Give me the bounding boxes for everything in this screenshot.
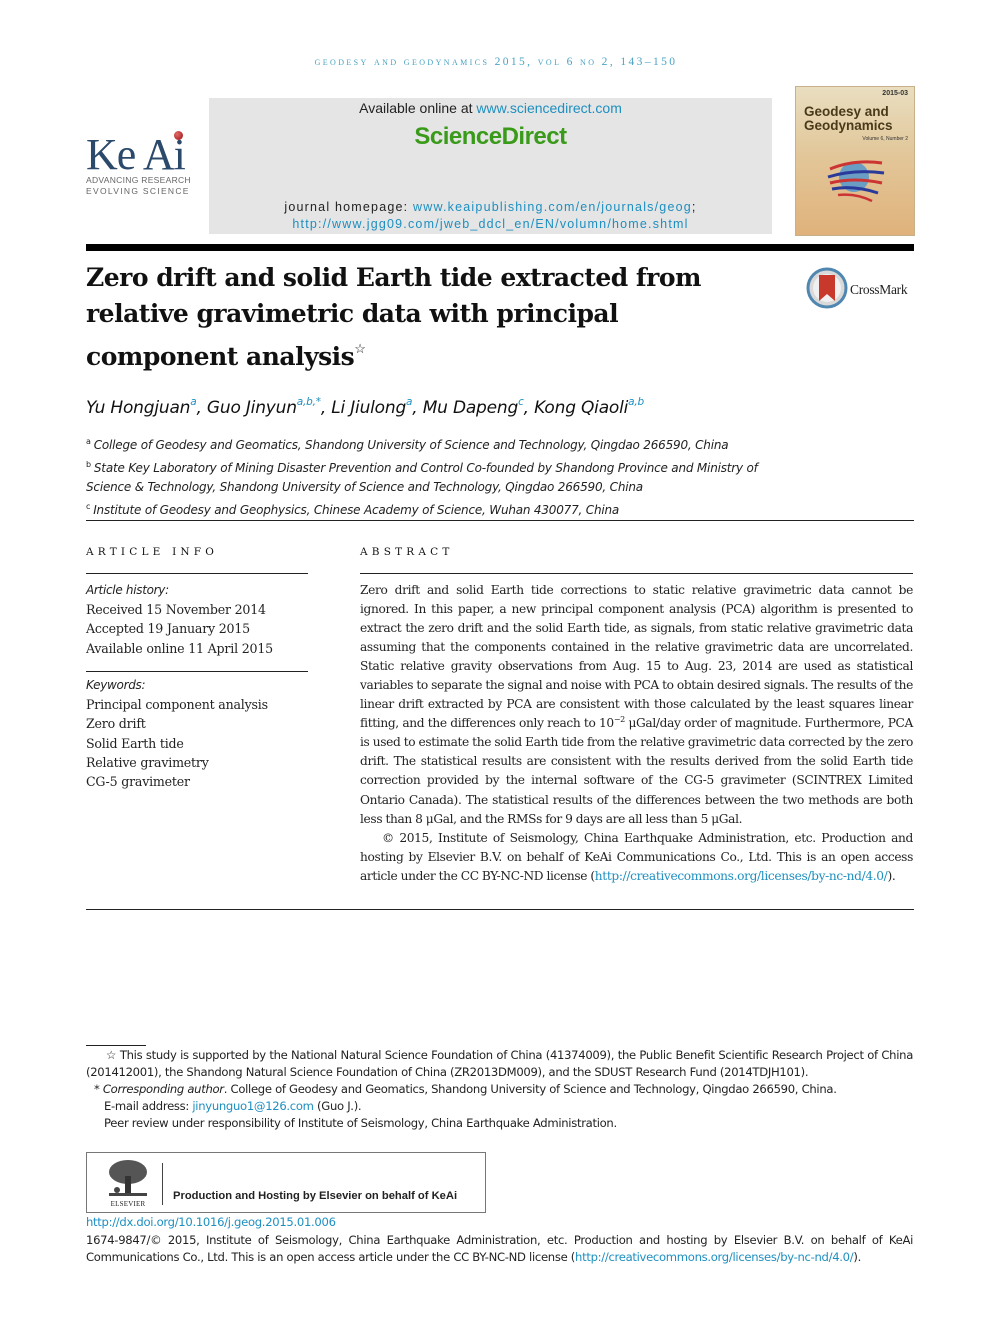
available-online-label: Available online at [359, 100, 477, 116]
elsevier-banner: ELSEVIER Production and Hosting by Elsev… [86, 1152, 486, 1213]
keywords: Keywords: Principal component analysis Z… [86, 676, 308, 791]
keai-dot-icon [174, 131, 183, 140]
header-rule [86, 244, 914, 251]
funding-footnote: ☆ This study is supported by the Nationa… [86, 1048, 914, 1079]
author[interactable]: Yu Hongjuana [86, 396, 197, 418]
author[interactable]: Kong Qiaolia,b [534, 396, 644, 418]
article-history-label: Article history: [86, 583, 169, 597]
sciencedirect-banner: Available online at www.sciencedirect.co… [209, 98, 772, 234]
keyword: CG-5 gravimeter [86, 774, 190, 790]
article-info-rule [86, 573, 308, 575]
elsevier-logo[interactable]: ELSEVIER [107, 1158, 149, 1208]
cover-title: Geodesy and Geodynamics [804, 105, 893, 133]
cover-issue: 2015-03 [882, 90, 908, 97]
crossmark-icon [806, 267, 848, 309]
keyword: Solid Earth tide [86, 735, 184, 751]
keai-tagline-2: EVOLVING SCIENCE [86, 186, 190, 196]
keywords-label: Keywords: [86, 678, 146, 692]
crossmark-badge[interactable]: CrossMark [806, 267, 918, 311]
accepted-date: Accepted 19 January 2015 [86, 621, 250, 637]
issn-copyright: 1674-9847/© 2015, Institute of Seismolog… [86, 1233, 913, 1264]
cover-title-line-1: Geodesy and [804, 104, 889, 119]
abstract-text: Zero drift and solid Earth tide correcti… [360, 583, 913, 826]
abstract-body: Zero drift and solid Earth tide correcti… [360, 581, 913, 886]
cover-title-line-2: Geodynamics [804, 118, 893, 133]
sciencedirect-link[interactable]: www.sciencedirect.com [476, 100, 622, 116]
available-online-date: Available online 11 April 2015 [86, 640, 273, 656]
available-online: Available online at www.sciencedirect.co… [209, 100, 772, 116]
elsevier-divider [162, 1163, 163, 1205]
article-info: ARTICLE INFO Article history: Received 1… [86, 546, 308, 789]
keai-wordmark: Ke Ai [86, 131, 196, 177]
keyword: Principal component analysis [86, 697, 268, 713]
homepage-separator: ; [691, 200, 697, 214]
affiliation: c Institute of Geodesy and Geophysics, Ch… [86, 502, 620, 517]
journal-homepage: journal homepage: www.keaipublishing.com… [209, 199, 772, 233]
footnote-rule [86, 1045, 146, 1046]
author-list: Yu Hongjuana, Guo Jinyuna,b,*, Li Jiulon… [86, 396, 645, 418]
journal-cover[interactable]: 2015-03 Geodesy and Geodynamics Volume 6… [795, 86, 915, 236]
author[interactable]: Li Jiulonga [331, 396, 412, 418]
article-title-text: Zero drift and solid Earth tide extracte… [86, 263, 701, 371]
article-history: Article history: Received 15 November 20… [86, 581, 308, 658]
keai-journal-link[interactable]: www.keaipublishing.com/en/journals/geog [413, 200, 692, 214]
footnotes: ☆ This study is supported by the Nationa… [86, 1047, 913, 1132]
elsevier-tree-icon [109, 1160, 147, 1196]
keyword: Relative gravimetry [86, 754, 209, 770]
keai-logo[interactable]: Ke Ai ADVANCING RESEARCH EVOLVING SCIENC… [86, 131, 196, 197]
author[interactable]: Guo Jinyuna,b,* [207, 396, 321, 418]
crossmark-label: CrossMark [850, 282, 908, 297]
article-title: Zero drift and solid Earth tide extracte… [86, 260, 746, 375]
sciencedirect-brand: ScienceDirect [414, 123, 567, 150]
received-date: Received 15 November 2014 [86, 602, 266, 618]
doi-link[interactable]: http://dx.doi.org/10.1016/j.geog.2015.01… [86, 1215, 336, 1229]
abstract: ABSTRACT Zero drift and solid Earth tide… [360, 546, 913, 883]
email-footnote: E-mail address: jinyunguo1@126.com (Guo … [104, 1099, 362, 1113]
affiliation: b State Key Laboratory of Mining Disaster… [86, 460, 758, 494]
affiliations-rule [86, 520, 914, 522]
elsevier-wordmark: ELSEVIER [110, 1200, 146, 1208]
abstract-heading: ABSTRACT [360, 546, 454, 558]
keyword: Zero drift [86, 716, 146, 732]
abstract-rule [360, 573, 913, 575]
license-link[interactable]: http://creativecommons.org/licenses/by-n… [595, 869, 888, 883]
footer-license-link[interactable]: http://creativecommons.org/licenses/by-n… [575, 1250, 854, 1264]
email-link[interactable]: jinyunguo1@126.com [192, 1099, 314, 1113]
elsevier-hosting-text: Production and Hosting by Elsevier on be… [173, 1190, 458, 1202]
title-footnote-marker[interactable]: ☆ [354, 342, 366, 357]
corresponding-author-footnote: * Corresponding author. College of Geode… [94, 1082, 837, 1096]
jgg-journal-link[interactable]: http://www.jgg09.com/jweb_ddcl_en/EN/vol… [292, 217, 688, 231]
peer-review-note: Peer review under responsibility of Inst… [104, 1116, 617, 1130]
journal-homepage-label: journal homepage: [284, 200, 414, 214]
affiliation: a College of Geodesy and Geomatics, Shand… [86, 437, 729, 452]
cover-volume: Volume 6, Number 2 [862, 136, 908, 142]
keywords-rule [86, 671, 308, 673]
running-head: GEODESY AND GEODYNAMICS 2015, VOL 6 NO 2… [314, 56, 678, 68]
affiliations: a College of Geodesy and Geomatics, Shand… [86, 432, 786, 520]
article-info-heading: ARTICLE INFO [86, 546, 219, 558]
keai-wordmark-text: Ke Ai [86, 130, 186, 179]
cover-globe-icon [827, 160, 885, 203]
author[interactable]: Mu Dapengc [423, 396, 524, 418]
abstract-bottom-rule [86, 909, 914, 911]
abstract-copyright: © 2015, Institute of Seismology, China E… [360, 830, 913, 883]
